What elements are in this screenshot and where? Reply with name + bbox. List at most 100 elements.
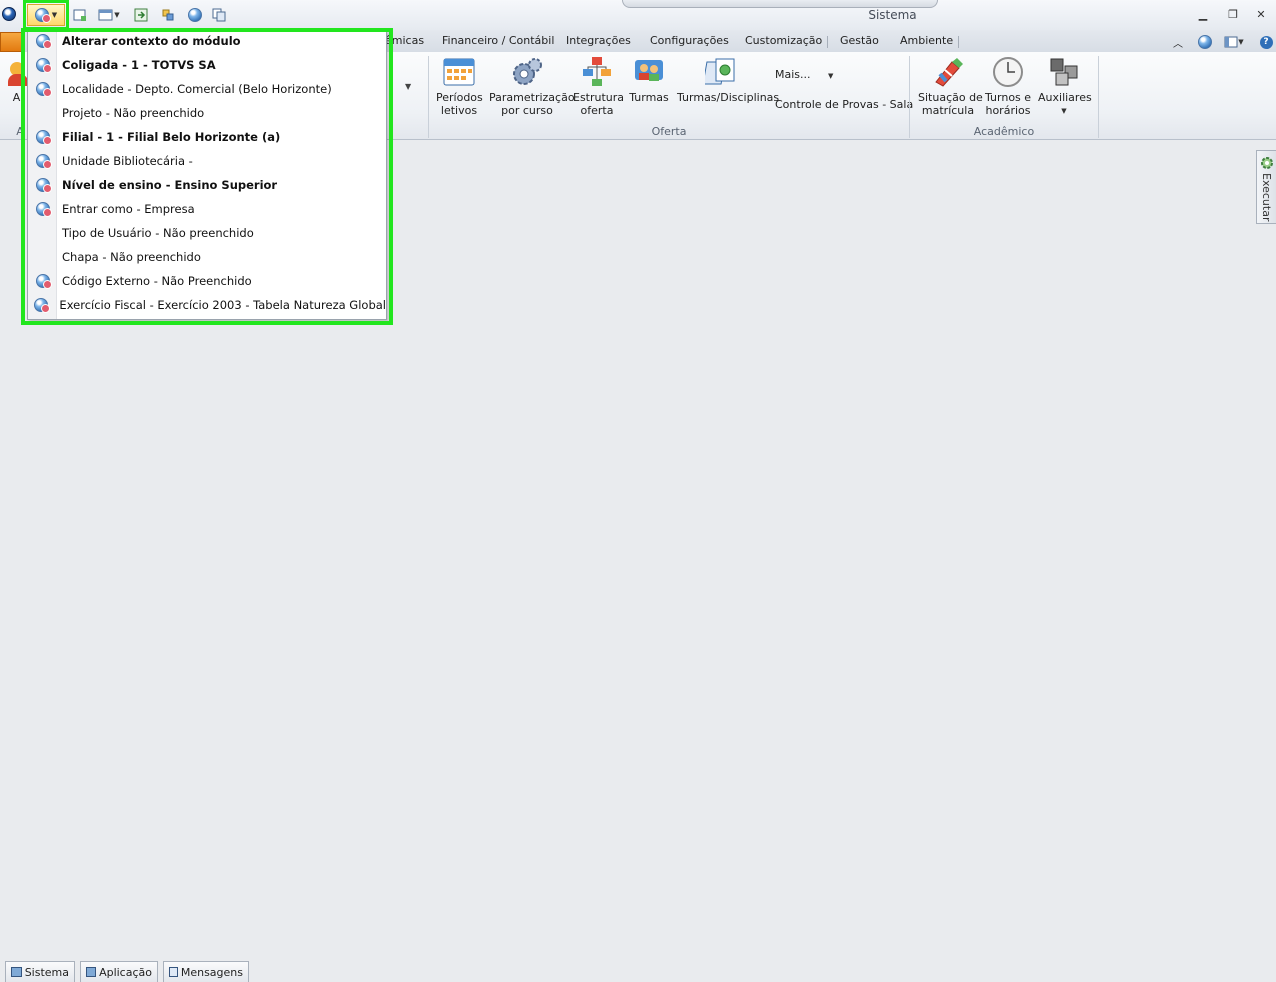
- close-button[interactable]: ✕: [1250, 6, 1272, 24]
- quick-access-web-button[interactable]: [185, 6, 205, 24]
- chevron-down-icon[interactable]: ▼: [405, 82, 411, 91]
- context-globe-icon: [35, 202, 52, 217]
- context-globe-icon: [35, 154, 52, 169]
- controle-provas-sala-button[interactable]: Controle de Provas - Sala: [775, 98, 913, 111]
- group-separator: [1098, 56, 1099, 138]
- tab-ambiente[interactable]: Ambiente: [900, 34, 953, 50]
- status-bar: Sistema Aplicação Mensagens: [0, 958, 1276, 982]
- monitor-icon: [86, 967, 97, 977]
- ribbon-button-label: Parametrização: [489, 91, 575, 104]
- clock-icon: [992, 56, 1024, 88]
- statusbar-tab-mensagens[interactable]: Mensagens: [163, 961, 249, 982]
- title-bar: ▼ ▼ Sistema ▁ ❐ ✕: [0, 0, 1276, 30]
- file-tab[interactable]: [0, 32, 22, 52]
- menu-item-icon-slot: [28, 82, 57, 97]
- context-menu-item[interactable]: Exercício Fiscal - Exercício 2003 - Tabe…: [28, 293, 386, 317]
- chevron-down-icon: ▼: [1061, 107, 1067, 115]
- ribbon-button-periodos-letivos[interactable]: Períodos letivos: [436, 56, 483, 117]
- quick-access-layout-button[interactable]: ▼: [94, 6, 124, 24]
- tab-integracoes[interactable]: Integrações: [566, 34, 631, 50]
- context-menu-item[interactable]: Unidade Bibliotecária -: [28, 149, 386, 173]
- tab-configuracoes[interactable]: Configurações: [650, 34, 729, 50]
- menu-item-icon-slot: [28, 274, 57, 289]
- help-button[interactable]: ?: [1256, 33, 1276, 51]
- tab-academicas[interactable]: êmicas: [385, 34, 424, 50]
- ribbon-button-label: Situação de: [918, 91, 983, 104]
- quick-access-new-window-button[interactable]: [70, 6, 90, 24]
- ribbon-button-estrutura-oferta[interactable]: Estrutura oferta: [573, 56, 625, 117]
- ribbon-collapse-button[interactable]: ︿: [1168, 33, 1188, 51]
- context-globe-icon: [34, 8, 51, 23]
- ribbon-button-turnos-horarios[interactable]: Turnos e horários: [985, 56, 1031, 117]
- context-menu-item[interactable]: Localidade - Depto. Comercial (Belo Hori…: [28, 77, 386, 101]
- calendar-icon: [443, 56, 475, 88]
- context-globe-icon: [35, 130, 52, 145]
- group-separator: [428, 56, 429, 138]
- context-menu-item[interactable]: Filial - 1 - Filial Belo Horizonte (a): [28, 125, 386, 149]
- menu-item-icon-slot: [28, 298, 54, 313]
- ribbon-button-label: por curso: [501, 104, 553, 117]
- context-globe-icon: [35, 82, 52, 97]
- ribbon-button-label: oferta: [580, 104, 614, 117]
- group-label-academico: Acadêmico: [973, 125, 1035, 138]
- statusbar-tab-aplicacao[interactable]: Aplicação: [80, 961, 158, 982]
- view-options-button[interactable]: ▼: [1219, 33, 1249, 51]
- title-handle[interactable]: [622, 0, 938, 8]
- ribbon-button-auxiliares[interactable]: Auxiliares ▼: [1038, 56, 1092, 118]
- executar-side-tab[interactable]: Executar: [1256, 150, 1276, 224]
- menu-item-icon-slot: [28, 58, 57, 73]
- menu-item-label: Localidade - Depto. Comercial (Belo Hori…: [62, 82, 332, 96]
- ribbon-button-label: Estrutura: [573, 91, 625, 104]
- group-label-partial: A: [16, 125, 24, 138]
- tab-separator: [958, 36, 959, 48]
- context-menu-item[interactable]: Tipo de Usuário - Não preenchido: [28, 221, 386, 245]
- minimize-button[interactable]: ▁: [1192, 6, 1214, 24]
- books-icon: [702, 56, 737, 88]
- context-dropdown-button[interactable]: ▼: [27, 4, 65, 26]
- context-menu-item[interactable]: Alterar contexto do módulo: [28, 29, 386, 53]
- tab-separator: [827, 36, 828, 48]
- gear-icon: [1260, 157, 1273, 169]
- menu-item-label: Coligada - 1 - TOTVS SA: [62, 58, 216, 72]
- new-window-icon: [73, 9, 86, 21]
- mais-label: Mais...: [775, 68, 811, 81]
- menu-item-label: Código Externo - Não Preenchido: [62, 274, 252, 288]
- ribbon-button-parametrizacao[interactable]: Parametrização por curso: [489, 56, 575, 117]
- statusbar-tab-sistema[interactable]: Sistema: [5, 961, 75, 982]
- ribbon-button-label: Turmas/Disciplinas: [677, 91, 780, 104]
- menu-item-icon-slot: [28, 34, 57, 49]
- menu-item-label: Entrar como - Empresa: [62, 202, 195, 216]
- window-title: Sistema: [868, 8, 917, 22]
- ribbon-button-label: letivos: [440, 104, 478, 117]
- app-orb-icon[interactable]: [2, 7, 16, 21]
- context-menu-item[interactable]: Coligada - 1 - TOTVS SA: [28, 53, 386, 77]
- context-globe-icon: [34, 298, 51, 313]
- context-menu-item[interactable]: Código Externo - Não Preenchido: [28, 269, 386, 293]
- monitor-icon: [11, 967, 22, 977]
- tab-gestao[interactable]: Gestão: [840, 34, 879, 50]
- context-menu-item[interactable]: Entrar como - Empresa: [28, 197, 386, 221]
- chevron-down-icon: ▼: [114, 11, 120, 19]
- mais-dropdown[interactable]: Mais... ▼: [775, 68, 833, 81]
- menu-item-label: Alterar contexto do módulo: [62, 34, 241, 48]
- tab-customizacao[interactable]: Customização: [745, 34, 822, 50]
- quick-access-export-button[interactable]: [131, 6, 151, 24]
- ribbon-button-label: horários: [985, 104, 1031, 117]
- menu-item-icon-slot: [28, 130, 57, 145]
- executar-label: Executar: [1260, 173, 1273, 222]
- structure-icon: [581, 56, 613, 88]
- context-globe-icon: [35, 274, 52, 289]
- context-menu-item[interactable]: Nível de ensino - Ensino Superior: [28, 173, 386, 197]
- context-menu-item[interactable]: Chapa - Não preenchido: [28, 245, 386, 269]
- quick-access-tools-button[interactable]: [158, 6, 178, 24]
- cubes-icon: [1048, 56, 1080, 88]
- tab-financeiro[interactable]: Financeiro / Contábil: [442, 34, 554, 50]
- menu-item-icon-slot: [28, 154, 57, 169]
- quick-access-copy-button[interactable]: [209, 6, 229, 24]
- help-web-button[interactable]: [1195, 33, 1215, 51]
- restore-button[interactable]: ❐: [1222, 6, 1244, 24]
- ribbon-button-situacao-matricula[interactable]: Situação de matrícula: [918, 56, 983, 117]
- ribbon-button-turmas[interactable]: Turmas: [629, 56, 669, 104]
- ribbon-button-turmas-disciplinas[interactable]: Turmas/Disciplinas: [677, 56, 780, 104]
- context-menu-item[interactable]: Projeto - Não preenchido: [28, 101, 386, 125]
